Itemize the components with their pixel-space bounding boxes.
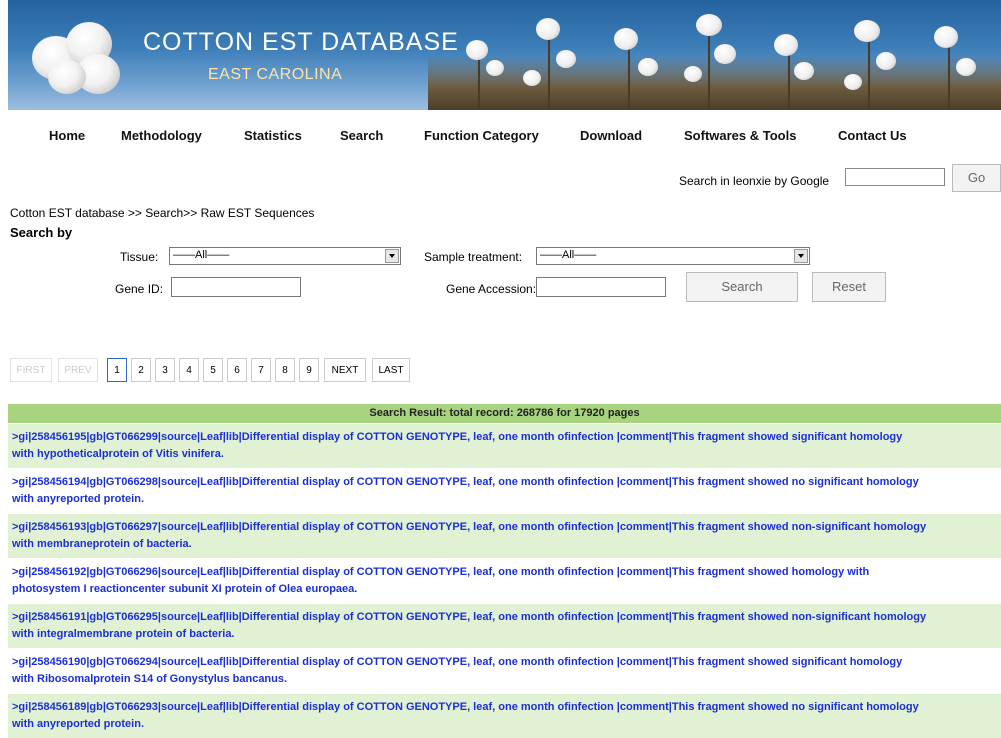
result-line: >gi|258456190|gb|GT066294|source|Leaf|li… [12, 656, 903, 668]
page-7-button[interactable]: 7 [251, 358, 271, 382]
gene-id-label: Gene ID: [115, 282, 164, 296]
page-2-button[interactable]: 2 [131, 358, 151, 382]
result-line: with anyreported protein. [12, 493, 145, 505]
result-row[interactable]: >gi|258456195|gb|GT066299|source|Leaf|li… [8, 423, 1001, 468]
google-search-label: Search in leonxie by Google [679, 174, 830, 188]
results-table: Search Result: total record: 268786 for … [8, 404, 1001, 738]
result-line: >gi|258456193|gb|GT066297|source|Leaf|li… [12, 521, 927, 533]
nav-item-function-category[interactable]: Function Category [424, 128, 539, 143]
results-header: Search Result: total record: 268786 for … [8, 404, 1001, 423]
nav-item-statistics[interactable]: Statistics [244, 128, 302, 143]
result-line: >gi|258456192|gb|GT066296|source|Leaf|li… [12, 566, 870, 578]
nav-item-softwares-tools[interactable]: Softwares & Tools [684, 128, 796, 143]
page-1-button[interactable]: 1 [107, 358, 127, 382]
sample-treatment-select-value: ——All—— [540, 249, 597, 261]
main-nav: Home Methodology Statistics Search Funct… [0, 128, 1001, 148]
gene-id-input[interactable] [171, 277, 301, 297]
search-button[interactable]: Search [686, 272, 798, 302]
result-line: >gi|258456191|gb|GT066295|source|Leaf|li… [12, 611, 927, 623]
site-subtitle: EAST CAROLINA [208, 66, 343, 83]
gene-accession-label: Gene Accession: [446, 282, 537, 296]
cotton-boll-logo [18, 18, 128, 98]
prev-page-button[interactable]: PREV [58, 358, 98, 382]
page-8-button[interactable]: 8 [275, 358, 295, 382]
tissue-label: Tissue: [120, 250, 159, 264]
page-6-button[interactable]: 6 [227, 358, 247, 382]
result-row[interactable]: >gi|258456194|gb|GT066298|source|Leaf|li… [8, 468, 1001, 513]
result-line: >gi|258456189|gb|GT066293|source|Leaf|li… [12, 701, 919, 713]
breadcrumb: Cotton EST database >> Search>> Raw EST … [10, 206, 315, 220]
google-search-input[interactable] [845, 168, 945, 186]
last-page-button[interactable]: LAST [372, 358, 410, 382]
search-by-heading: Search by [10, 225, 73, 240]
page-4-button[interactable]: 4 [179, 358, 199, 382]
sample-treatment-label: Sample treatment: [424, 250, 523, 264]
sample-treatment-select[interactable]: ——All—— [536, 247, 810, 265]
go-button[interactable]: Go [952, 164, 1001, 192]
result-row[interactable]: >gi|258456193|gb|GT066297|source|Leaf|li… [8, 513, 1001, 558]
result-line: with membraneprotein of bacteria. [12, 538, 192, 550]
page-5-button[interactable]: 5 [203, 358, 223, 382]
result-line: with integralmembrane protein of bacteri… [12, 628, 235, 640]
gene-accession-input[interactable] [536, 277, 666, 297]
result-row[interactable]: >gi|258456191|gb|GT066295|source|Leaf|li… [8, 603, 1001, 648]
nav-item-contact-us[interactable]: Contact Us [838, 128, 907, 143]
result-line: photosystem I reactioncenter subunit XI … [12, 583, 358, 595]
chevron-down-icon [385, 249, 399, 263]
header-banner: COTTON EST DATABASE EAST CAROLINA [8, 0, 1001, 110]
page-3-button[interactable]: 3 [155, 358, 175, 382]
page-9-button[interactable]: 9 [299, 358, 319, 382]
result-line: with Ribosomalprotein S14 of Gonystylus … [12, 673, 288, 685]
tissue-select-value: ——All—— [173, 249, 230, 261]
nav-item-home[interactable]: Home [49, 128, 85, 143]
nav-item-search[interactable]: Search [340, 128, 383, 143]
result-row[interactable]: >gi|258456190|gb|GT066294|source|Leaf|li… [8, 648, 1001, 693]
result-row[interactable]: >gi|258456189|gb|GT066293|source|Leaf|li… [8, 693, 1001, 738]
nav-item-download[interactable]: Download [580, 128, 642, 143]
result-line: >gi|258456194|gb|GT066298|source|Leaf|li… [12, 476, 919, 488]
result-line: with anyreported protein. [12, 718, 145, 730]
result-row[interactable]: >gi|258456192|gb|GT066296|source|Leaf|li… [8, 558, 1001, 603]
result-line: with hypotheticalprotein of Vitis vinife… [12, 448, 224, 460]
result-line: >gi|258456195|gb|GT066299|source|Leaf|li… [12, 431, 903, 443]
field-ground [428, 55, 1001, 110]
nav-item-methodology[interactable]: Methodology [121, 128, 202, 143]
chevron-down-icon [794, 249, 808, 263]
site-title: COTTON EST DATABASE [143, 28, 459, 56]
tissue-select[interactable]: ——All—— [169, 247, 401, 265]
next-page-button[interactable]: NEXT [324, 358, 366, 382]
first-page-button[interactable]: FIRST [10, 358, 52, 382]
reset-button[interactable]: Reset [812, 272, 886, 302]
